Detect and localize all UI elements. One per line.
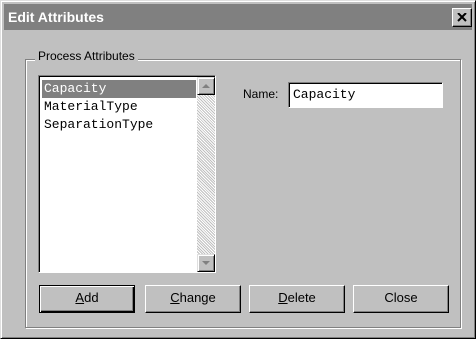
scroll-down-button[interactable] [197,254,215,272]
title-bar[interactable]: Edit Attributes [4,4,472,30]
change-button[interactable]: Change [145,285,241,313]
edit-attributes-dialog: Edit Attributes Process Attributes Capac… [0,0,476,339]
close-button[interactable]: Close [353,285,449,313]
group-label: Process Attributes [35,49,138,63]
arrow-down-icon [202,261,210,265]
name-label: Name: [243,87,279,101]
scroll-up-button[interactable] [197,77,215,95]
close-window-button[interactable] [452,8,472,27]
list-item[interactable]: MaterialType [42,98,196,116]
close-icon [457,13,467,22]
delete-button[interactable]: Delete [249,285,345,313]
arrow-up-icon [202,84,210,88]
list-item[interactable]: Capacity [42,80,196,98]
attributes-listbox[interactable]: Capacity MaterialType SeparationType [38,75,216,273]
window-title: Edit Attributes [8,9,104,25]
add-button[interactable]: Add [39,285,135,313]
list-item[interactable]: SeparationType [42,116,196,134]
name-input[interactable]: Capacity [288,82,443,108]
vertical-scrollbar[interactable] [197,77,215,272]
